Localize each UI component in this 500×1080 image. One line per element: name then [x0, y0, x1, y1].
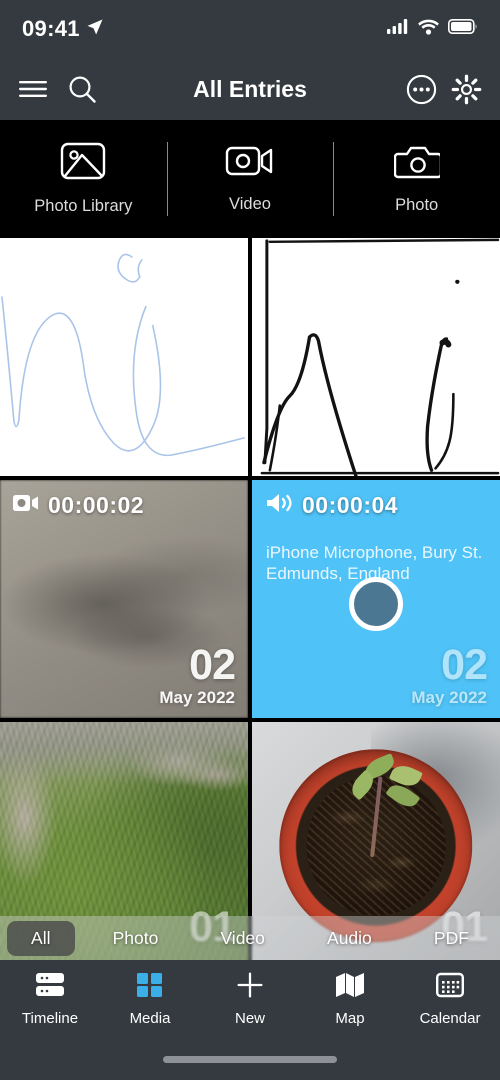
date-month-year: May 2022	[159, 688, 235, 707]
status-bar: 09:41	[0, 0, 500, 58]
nav-bar-left	[18, 75, 97, 104]
tab-timeline-label: Timeline	[21, 1010, 79, 1027]
media-grid: 00:00:02 02 May 2022 00:00:04 iPhone Mic…	[0, 238, 500, 960]
map-icon	[335, 972, 365, 1003]
app-screen: 09:41 All Entries Photo Library Video Ph…	[0, 0, 500, 1080]
tab-map-label: Map	[335, 1010, 365, 1027]
sketch-strokes	[260, 238, 500, 476]
audio-play-button[interactable]	[349, 576, 403, 631]
home-indicator[interactable]	[163, 1056, 337, 1063]
nav-bar-right	[406, 74, 482, 105]
filter-chip-audio[interactable]: Audio	[303, 921, 396, 956]
media-cell-sketch-blue[interactable]	[0, 238, 248, 476]
filter-chip-pdf[interactable]: PDF	[410, 921, 493, 956]
media-date-badge: 02 May 2022	[159, 641, 236, 708]
cellular-bars-icon	[387, 19, 409, 39]
more-circle-icon[interactable]	[406, 74, 437, 105]
tab-new-label: New	[234, 1010, 265, 1027]
capture-video-label: Video	[229, 195, 271, 213]
battery-full-icon	[448, 19, 478, 39]
status-time: 09:41	[22, 16, 80, 41]
hamburger-menu-icon[interactable]	[18, 78, 48, 100]
tab-map[interactable]: Map	[300, 972, 400, 1027]
gear-icon[interactable]	[451, 74, 482, 105]
media-cell-video[interactable]: 00:00:02 02 May 2022	[0, 480, 248, 718]
media-cell-sketch-black[interactable]	[252, 238, 500, 476]
video-duration: 00:00:02	[48, 492, 145, 518]
capture-photo-library[interactable]: Photo Library	[0, 120, 167, 238]
plus-icon	[234, 972, 266, 1003]
video-camera-icon	[225, 144, 275, 183]
filter-chip-all[interactable]: All	[7, 920, 75, 956]
tab-calendar[interactable]: Calendar	[400, 972, 500, 1027]
timeline-rows-icon	[34, 972, 66, 1003]
capture-photo[interactable]: Photo	[333, 120, 500, 238]
date-day: 02	[441, 641, 488, 690]
sketch-strokes	[1, 253, 245, 457]
media-grid-icon	[136, 972, 164, 1003]
video-duration-row: 00:00:02	[13, 492, 144, 519]
tab-media[interactable]: Media	[100, 972, 200, 1027]
date-month-year: May 2022	[411, 688, 487, 707]
audio-duration: 00:00:04	[302, 492, 399, 518]
wifi-icon	[418, 19, 439, 40]
tab-new[interactable]: New	[200, 972, 300, 1027]
media-cell-audio[interactable]: 00:00:04 iPhone Microphone, Bury St. Edm…	[252, 480, 500, 718]
calendar-icon	[436, 972, 465, 1003]
date-day: 02	[189, 641, 236, 690]
camera-icon	[393, 143, 442, 184]
search-icon[interactable]	[68, 75, 97, 104]
filter-bar: All Photo Video Audio PDF	[0, 916, 500, 960]
capture-bar: Photo Library Video Photo	[0, 120, 500, 238]
status-bar-left: 09:41	[22, 16, 104, 42]
tab-calendar-label: Calendar	[419, 1010, 481, 1027]
tab-timeline[interactable]: Timeline	[0, 972, 100, 1027]
media-date-badge: 02 May 2022	[411, 641, 488, 708]
photo-library-icon	[60, 142, 106, 185]
capture-photo-library-label: Photo Library	[34, 197, 133, 215]
tab-media-label: Media	[129, 1010, 171, 1027]
video-camera-icon	[13, 494, 39, 517]
nav-bar: All Entries	[0, 58, 500, 120]
speaker-wave-icon	[265, 492, 293, 519]
filter-chip-video[interactable]: Video	[196, 921, 288, 956]
audio-duration-row: 00:00:04	[265, 492, 398, 519]
capture-photo-label: Photo	[395, 196, 439, 214]
status-bar-right	[387, 19, 478, 40]
filter-chip-photo[interactable]: Photo	[89, 921, 183, 956]
location-arrow-icon	[86, 18, 104, 41]
capture-video[interactable]: Video	[166, 120, 334, 238]
tab-bar: Timeline Media New Map Calendar	[0, 960, 500, 1080]
